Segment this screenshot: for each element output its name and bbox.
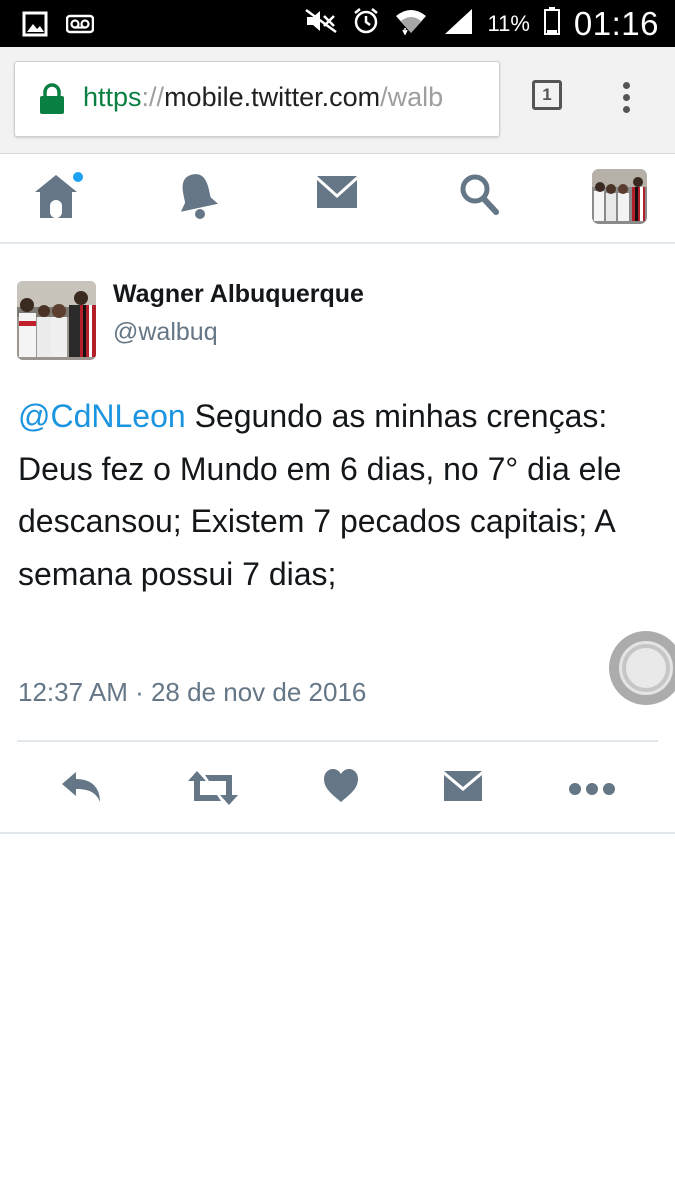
browser-toolbar: https://mobile.twitter.com/walb 1: [0, 47, 675, 154]
overflow-menu-icon[interactable]: [623, 82, 633, 118]
signal-icon: [442, 7, 474, 40]
tweet-timestamp[interactable]: 12:37 AM · 28 de nov de 2016: [18, 677, 366, 708]
notifications-icon[interactable]: [176, 172, 219, 225]
reply-icon[interactable]: [60, 770, 104, 809]
profile-avatar[interactable]: [592, 169, 647, 224]
tweet-text: @CdNLeon Segundo as minhas crenças: Deus…: [18, 390, 648, 600]
more-icon[interactable]: [568, 782, 616, 801]
twitter-nav-bar: [0, 154, 675, 244]
url-bar[interactable]: https://mobile.twitter.com/walb: [14, 61, 500, 137]
home-icon[interactable]: [32, 172, 84, 227]
gallery-icon: [22, 11, 48, 42]
messages-icon[interactable]: [315, 172, 359, 217]
tab-switcher-button[interactable]: 1: [532, 80, 562, 110]
url-text: https://mobile.twitter.com/walb: [83, 82, 443, 113]
status-bar: 11% 01:16: [0, 0, 675, 47]
mention-link[interactable]: @CdNLeon: [18, 398, 186, 434]
mute-icon: [304, 8, 338, 39]
assistive-core: [626, 648, 666, 688]
like-icon[interactable]: [322, 768, 360, 809]
url-separator: ://: [141, 82, 165, 112]
divider: [17, 740, 658, 742]
author-name[interactable]: Wagner Albuquerque: [113, 280, 364, 309]
url-host: mobile.twitter.com: [164, 82, 381, 112]
assistive-touch-button[interactable]: [609, 631, 675, 705]
alarm-icon: [352, 7, 380, 40]
tweet-bottom-divider: [0, 832, 675, 834]
battery-percent: 11%: [487, 10, 530, 36]
url-scheme: https: [83, 82, 142, 112]
wifi-icon: [394, 7, 428, 40]
author-avatar[interactable]: [17, 281, 96, 360]
url-path: /walb: [380, 82, 444, 112]
voicemail-icon: [65, 14, 95, 39]
clock: 01:16: [573, 4, 659, 42]
lock-icon: [39, 83, 65, 120]
search-icon[interactable]: [458, 172, 500, 221]
author-handle[interactable]: @walbuq: [113, 318, 218, 347]
tweet-actions: [0, 764, 675, 814]
direct-message-icon[interactable]: [443, 770, 483, 807]
retweet-icon[interactable]: [187, 769, 239, 812]
battery-icon: [543, 7, 560, 40]
